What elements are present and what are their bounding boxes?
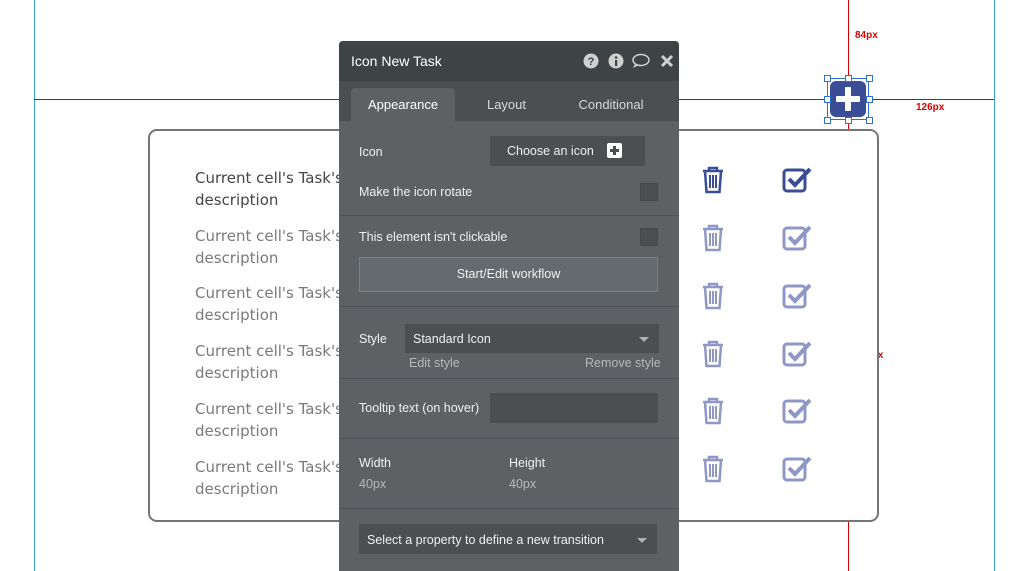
- trash-icon[interactable]: [700, 397, 726, 425]
- page-left-border: [34, 0, 35, 571]
- task-description: Current cell's Task's description: [195, 227, 343, 267]
- resize-handle[interactable]: [845, 117, 852, 124]
- task-description: Current cell's Task's description: [195, 458, 343, 498]
- style-label: Style: [359, 332, 387, 346]
- checkbox-checked-icon[interactable]: [782, 223, 812, 251]
- svg-text:?: ?: [588, 56, 595, 68]
- close-icon[interactable]: [659, 53, 675, 69]
- checkbox-checked-icon[interactable]: [782, 281, 812, 309]
- panel-tabs: Appearance Layout Conditional: [339, 81, 679, 121]
- remove-style-link[interactable]: Remove style: [585, 356, 661, 370]
- edit-style-link[interactable]: Edit style: [409, 356, 460, 370]
- height-value: 40px: [509, 477, 537, 491]
- start-edit-workflow-button[interactable]: Start/Edit workflow: [359, 257, 658, 292]
- icon-section: Icon Choose an icon Make the icon rotate: [339, 121, 679, 216]
- resize-handle[interactable]: [866, 75, 873, 82]
- choose-icon-button[interactable]: Choose an icon: [490, 136, 645, 166]
- clickable-section: This element isn't clickable Start/Edit …: [339, 216, 679, 307]
- chevron-down-icon: [637, 538, 647, 543]
- tab-layout[interactable]: Layout: [459, 88, 554, 121]
- task-description: Current cell's Task's description: [195, 284, 343, 324]
- plus-square-icon: [830, 81, 866, 117]
- icon-label: Icon: [359, 145, 383, 159]
- resize-handle[interactable]: [866, 96, 873, 103]
- task-description: Current cell's Task's description: [195, 169, 343, 209]
- trash-icon[interactable]: [700, 455, 726, 483]
- trash-icon[interactable]: [700, 166, 726, 194]
- checkbox-checked-icon[interactable]: [782, 339, 812, 367]
- tab-conditional[interactable]: Conditional: [564, 88, 658, 121]
- plus-icon: [607, 143, 622, 158]
- selected-icon-new-task[interactable]: [824, 75, 873, 124]
- tooltip-input[interactable]: [490, 393, 658, 423]
- resize-handle[interactable]: [845, 75, 852, 82]
- help-icon[interactable]: ?: [583, 53, 599, 69]
- style-dropdown[interactable]: Standard Icon: [405, 324, 659, 353]
- transition-dropdown[interactable]: Select a property to define a new transi…: [359, 524, 657, 554]
- style-value: Standard Icon: [413, 332, 491, 346]
- checkbox-checked-icon[interactable]: [782, 396, 812, 424]
- size-section: Width 40px Height 40px: [339, 439, 679, 509]
- resize-handle[interactable]: [824, 117, 831, 124]
- checkbox-checked-icon[interactable]: [782, 454, 812, 482]
- guide-label-right: 126px: [916, 102, 945, 113]
- page-right-border: [994, 0, 995, 571]
- rotate-checkbox[interactable]: [640, 183, 658, 201]
- tooltip-section: Tooltip text (on hover): [339, 379, 679, 439]
- height-label: Height: [509, 456, 546, 470]
- width-label: Width: [359, 456, 391, 470]
- tooltip-label: Tooltip text (on hover): [359, 401, 480, 415]
- resize-handle[interactable]: [824, 75, 831, 82]
- comment-icon[interactable]: [632, 53, 650, 69]
- info-icon[interactable]: [608, 53, 624, 69]
- task-description: Current cell's Task's description: [195, 400, 343, 440]
- resize-handle[interactable]: [866, 117, 873, 124]
- task-description: Current cell's Task's description: [195, 342, 343, 382]
- choose-icon-label: Choose an icon: [507, 144, 594, 158]
- tab-appearance[interactable]: Appearance: [351, 88, 455, 121]
- not-clickable-checkbox[interactable]: [640, 228, 658, 246]
- width-value: 40px: [359, 477, 387, 491]
- resize-handle[interactable]: [824, 96, 831, 103]
- style-section: Style Standard Icon Edit style Remove st…: [339, 307, 679, 379]
- guide-label-top: 84px: [855, 30, 878, 41]
- panel-header[interactable]: Icon New Task ?: [339, 41, 679, 81]
- not-clickable-label: This element isn't clickable: [359, 230, 508, 244]
- chevron-down-icon: [639, 337, 649, 342]
- transition-placeholder: Select a property to define a new transi…: [367, 533, 604, 547]
- checkbox-checked-icon[interactable]: [782, 165, 812, 193]
- property-editor-panel: Icon New Task ? Appearance Layout Condit…: [339, 41, 679, 571]
- rotate-label: Make the icon rotate: [359, 185, 473, 199]
- trash-icon[interactable]: [700, 340, 726, 368]
- trash-icon[interactable]: [700, 282, 726, 310]
- workflow-button-label: Start/Edit workflow: [456, 267, 561, 281]
- panel-title: Icon New Task: [351, 53, 442, 69]
- trash-icon[interactable]: [700, 224, 726, 252]
